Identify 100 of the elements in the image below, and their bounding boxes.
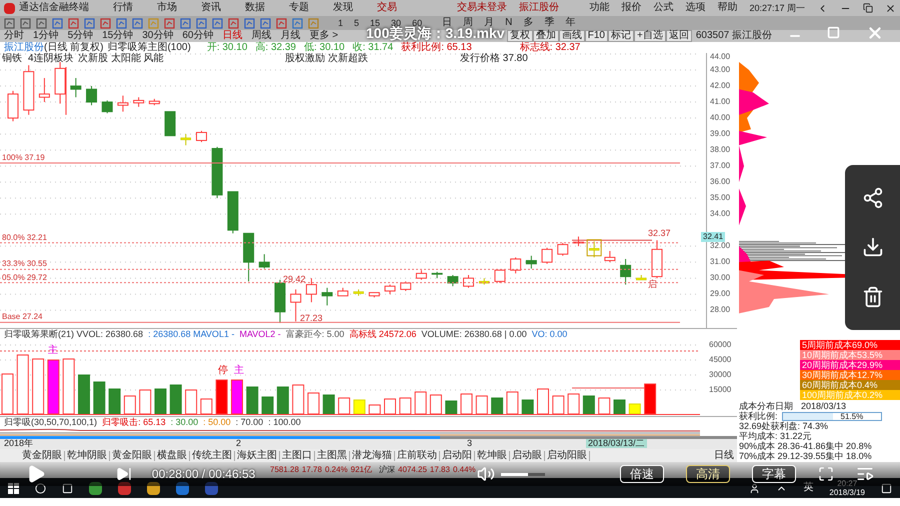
indicator-legend-text: : 70.00	[236, 418, 264, 427]
formula-tab[interactable]: 海妖主图	[235, 450, 280, 460]
playlist-icon[interactable]	[856, 465, 874, 483]
cycle-shortcut[interactable]: 月	[481, 18, 498, 28]
next-icon[interactable]	[116, 466, 132, 482]
formula-tab[interactable]: 黄金阳眼	[110, 450, 155, 460]
chart-button[interactable]: 复权	[506, 30, 533, 42]
formula-tab[interactable]: 乾坤阴眼	[65, 450, 110, 460]
taskbar-time: 20:27	[837, 479, 858, 488]
player-option-button[interactable]: 倍速	[620, 465, 664, 483]
app-icon[interactable]	[147, 482, 160, 494]
period-tab[interactable]: 15分钟	[102, 31, 134, 41]
restore-icon[interactable]	[863, 3, 873, 13]
volume-slider[interactable]	[501, 472, 546, 476]
notification-icon[interactable]	[881, 482, 892, 494]
cycle-shortcut[interactable]: 多	[520, 18, 536, 28]
period-tab[interactable]: 60分钟	[182, 31, 214, 41]
cycle-shortcut[interactable]: 日	[439, 18, 456, 28]
close-icon[interactable]	[885, 2, 896, 14]
period-shortcut[interactable]: 60	[409, 18, 426, 28]
chart-tool-icon[interactable]	[292, 18, 303, 28]
chart-tool-icon[interactable]	[68, 18, 79, 28]
formula-tab[interactable]: 启动阳眼	[545, 450, 590, 460]
menu-item[interactable]: 报价	[621, 3, 642, 13]
formula-tab[interactable]: 潜龙海猫	[350, 450, 395, 460]
chart-tool-icon[interactable]	[244, 18, 255, 28]
player-option-button[interactable]: 字幕	[752, 465, 796, 483]
formula-tab[interactable]: 启动眼	[510, 450, 545, 460]
chart-tool-icon[interactable]	[20, 18, 31, 28]
menu-item[interactable]: 市场	[157, 3, 177, 13]
formula-tab[interactable]: 主图口	[280, 450, 315, 460]
chart-button[interactable]: 标记	[608, 30, 634, 42]
cycle-shortcut[interactable]: 年	[562, 18, 578, 28]
player-option-button[interactable]: 高清	[686, 465, 730, 483]
chart-tool-icon[interactable]	[228, 18, 239, 28]
formula-tab[interactable]: 乾坤眼	[475, 450, 510, 460]
people-icon[interactable]	[749, 482, 760, 494]
menu-item[interactable]: 专题	[289, 3, 309, 13]
candle	[133, 96, 144, 108]
chart-tool-icon[interactable]	[276, 18, 287, 28]
menu-item[interactable]: 行情	[113, 3, 133, 13]
formula-tab[interactable]: 主图黑	[315, 450, 350, 460]
menu-item[interactable]: 选项	[685, 3, 706, 13]
chart-button[interactable]: 画线	[558, 30, 585, 42]
cycle-shortcut[interactable]: 周	[460, 18, 476, 28]
chart-tool-icon[interactable]	[36, 18, 47, 28]
period-tab[interactable]: 1分钟	[33, 31, 59, 41]
formula-tab[interactable]: 传统主图	[190, 450, 235, 460]
period-tab[interactable]: 月线	[280, 31, 300, 41]
chart-tool-icon[interactable]	[212, 18, 223, 28]
app-icon[interactable]	[89, 482, 102, 494]
period-shortcut[interactable]: 1	[335, 18, 346, 28]
period-tab[interactable]: 5分钟	[68, 31, 94, 41]
download-icon[interactable]	[862, 236, 884, 258]
menu-item[interactable]: 功能	[589, 3, 610, 13]
menu-item[interactable]: 数据	[245, 3, 265, 13]
period-tab[interactable]: 30分钟	[142, 31, 174, 41]
formula-tab[interactable]: 黄金阴眼	[20, 450, 65, 460]
chart-tool-icon[interactable]	[164, 18, 175, 28]
app-icon[interactable]	[176, 482, 189, 494]
chart-tool-icon[interactable]	[52, 18, 63, 28]
chart-button[interactable]: 返回	[666, 30, 692, 42]
menu-item[interactable]: 发现	[333, 3, 353, 13]
period-shortcut[interactable]: 15	[367, 18, 384, 28]
menu-item[interactable]: 交易	[377, 3, 397, 13]
ime-indicator[interactable]: 英	[803, 483, 814, 493]
formula-tab[interactable]: 启动阳	[440, 450, 475, 460]
windows-icon[interactable]	[8, 482, 19, 494]
task-view-icon[interactable]	[62, 482, 73, 494]
delete-icon[interactable]	[862, 286, 884, 308]
app-logo-icon	[4, 2, 15, 14]
maximize-icon[interactable]	[827, 26, 840, 39]
menu-item[interactable]: 帮助	[717, 3, 738, 13]
chart-tool-icon[interactable]	[132, 18, 143, 28]
menu-item[interactable]: 公式	[653, 3, 674, 13]
chart-tool-icon[interactable]	[84, 18, 95, 28]
chart-tool-icon[interactable]	[196, 18, 207, 28]
period-tab[interactable]: 周线	[252, 31, 272, 41]
cycle-shortcut[interactable]: 季	[541, 18, 558, 28]
formula-tab[interactable]: 横盘眼	[155, 450, 190, 460]
formula-tab[interactable]: 庄前联动	[395, 450, 440, 460]
chart-button[interactable]: F10	[584, 30, 608, 42]
period-shortcut[interactable]: 5	[351, 18, 362, 28]
chart-tool-icon[interactable]	[100, 18, 111, 28]
period-tab[interactable]: 更多 >	[310, 31, 338, 41]
share-icon[interactable]	[862, 186, 884, 209]
chart-tool-icon[interactable]	[260, 18, 271, 28]
chart-tool-icon[interactable]	[116, 18, 127, 28]
cycle-shortcut[interactable]: N	[502, 18, 516, 28]
chart-tool-icon[interactable]	[180, 18, 191, 28]
chart-button[interactable]: +自选	[634, 30, 666, 42]
period-tab[interactable]: 分时	[4, 31, 24, 41]
fullscreen-icon[interactable]	[818, 466, 834, 482]
menu-item[interactable]: 资讯	[201, 3, 221, 13]
chart-button[interactable]: 叠加	[532, 30, 559, 42]
search-icon[interactable]	[35, 482, 46, 494]
app-icon[interactable]	[118, 482, 131, 494]
volume-icon[interactable]	[477, 465, 496, 483]
chart-tool-icon[interactable]	[4, 18, 15, 28]
period-shortcut[interactable]: 30	[388, 18, 404, 28]
